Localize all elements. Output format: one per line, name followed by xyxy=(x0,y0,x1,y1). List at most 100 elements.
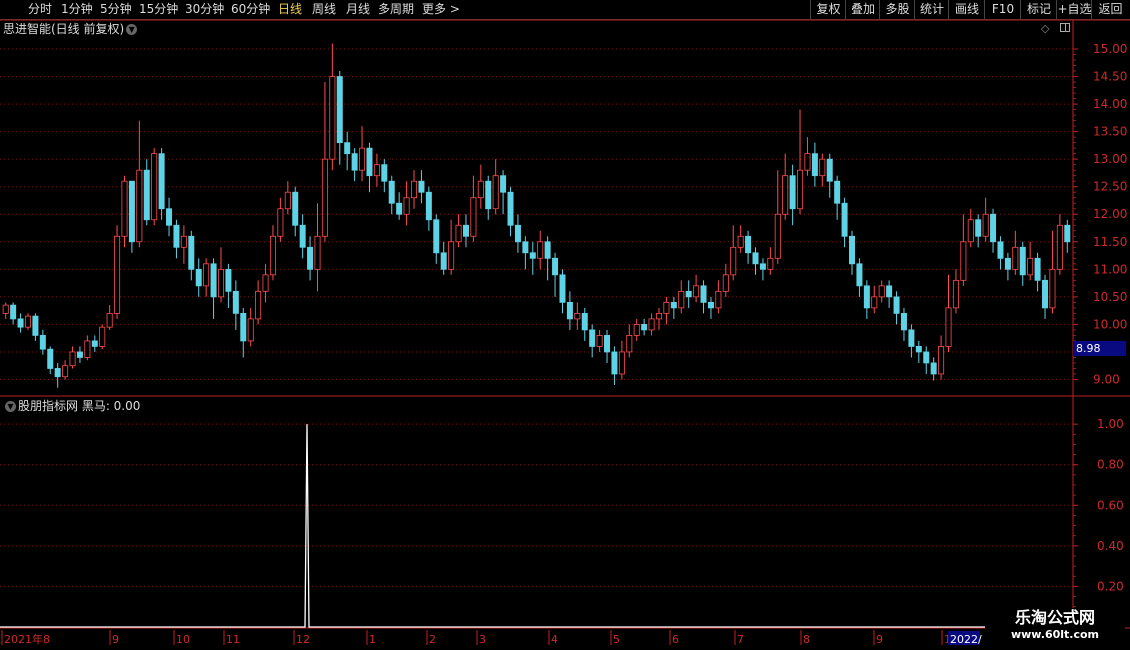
toolbar-button-7[interactable]: +自选 xyxy=(1056,0,1092,19)
candle xyxy=(878,280,885,303)
candle xyxy=(1034,252,1041,292)
candle xyxy=(544,236,551,281)
candle xyxy=(425,186,432,231)
candle xyxy=(195,258,202,297)
candle xyxy=(448,219,455,275)
date-label: 10 xyxy=(176,633,190,646)
candle xyxy=(730,225,737,281)
candle xyxy=(173,219,180,259)
toolbar-button-8[interactable]: 返回 xyxy=(1091,0,1129,19)
diamond-icon[interactable]: ◇ xyxy=(1041,22,1049,35)
candle xyxy=(359,126,366,182)
price-tick: 13.00 xyxy=(1093,152,1127,166)
period-tab-10[interactable]: 更多 > xyxy=(422,0,460,19)
period-tab-0[interactable]: 分时 xyxy=(28,0,52,19)
date-label: 12 xyxy=(296,633,310,646)
candle xyxy=(715,280,722,314)
candle xyxy=(997,236,1004,270)
candle xyxy=(114,225,121,319)
date-label: 9 xyxy=(876,633,883,646)
stock-chart[interactable]: 15.00 14.50 14.00 13.50 13.00 12.50 12.00 11.50… xyxy=(0,0,1130,650)
candle xyxy=(559,269,566,314)
period-tab-5[interactable]: 60分钟 xyxy=(231,0,270,19)
date-label: 2022/ xyxy=(950,633,982,646)
period-tab-8[interactable]: 月线 xyxy=(346,0,370,19)
toolbar: 分时 1分钟 5分钟 15分钟 30分钟 60分钟 日线 周线 月线 多周期 更多 > 复权 叠加 多股统… xyxy=(0,0,1130,20)
candle xyxy=(373,153,380,187)
candle xyxy=(314,203,321,292)
toolbar-button-0[interactable]: 复权 xyxy=(810,0,846,19)
candle xyxy=(188,230,195,281)
candlesticks xyxy=(2,43,1071,388)
toolbar-button-6[interactable]: 标记 xyxy=(1020,0,1057,19)
candle xyxy=(871,285,878,314)
candle xyxy=(552,252,559,297)
indicator-tick: 1.00 xyxy=(1097,417,1124,431)
toolbar-button-2[interactable]: 多股 xyxy=(879,0,915,19)
candle xyxy=(915,340,922,363)
candle xyxy=(396,192,403,220)
candle xyxy=(39,329,46,355)
period-tab-4[interactable]: 30分钟 xyxy=(185,0,224,19)
candle xyxy=(804,137,811,176)
candle xyxy=(203,258,210,297)
date-label: 2 xyxy=(429,633,436,646)
candle xyxy=(886,280,893,308)
main-chart-title-text: 思进智能(日线 前复权) xyxy=(3,22,125,36)
candle xyxy=(923,346,930,374)
candle xyxy=(863,280,870,319)
candle xyxy=(522,236,529,270)
period-tab-7[interactable]: 周线 xyxy=(312,0,336,19)
candle xyxy=(492,159,499,215)
candle xyxy=(789,164,796,226)
toolbar-button-1[interactable]: 叠加 xyxy=(845,0,880,19)
candle xyxy=(1049,230,1056,314)
candle xyxy=(433,214,440,264)
period-tab-1[interactable]: 1分钟 xyxy=(61,0,93,19)
panel-toggle-icon[interactable] xyxy=(1060,23,1070,32)
candle xyxy=(952,269,959,314)
candle xyxy=(663,296,670,325)
period-tab-6[interactable]: 日线 xyxy=(278,0,302,19)
indicator-grid xyxy=(0,423,1073,587)
indicator-line xyxy=(0,424,1073,628)
date-label: 5 xyxy=(613,633,620,646)
period-tab-3[interactable]: 15分钟 xyxy=(139,0,178,19)
toolbar-button-5[interactable]: F10 xyxy=(984,0,1021,19)
candle xyxy=(143,159,150,226)
candle xyxy=(62,360,69,380)
period-tab-9[interactable]: 多周期 xyxy=(378,0,414,19)
chevron-down-icon[interactable]: ▼ xyxy=(5,401,16,412)
chevron-down-icon[interactable]: ▼ xyxy=(126,24,138,35)
candle xyxy=(975,214,982,248)
watermark: 乐淘公式网 www.60lt.com xyxy=(985,608,1125,650)
price-tick: 11.00 xyxy=(1093,262,1127,276)
candle xyxy=(47,346,54,374)
candle xyxy=(262,263,269,303)
candle xyxy=(618,340,625,380)
price-tick: 9.00 xyxy=(1093,372,1120,386)
indicator-tick: 0.20 xyxy=(1097,579,1124,593)
date-label: 1 xyxy=(369,633,376,646)
candle xyxy=(908,324,915,358)
candle xyxy=(232,280,239,330)
price-tick: 10.00 xyxy=(1093,317,1127,331)
candle xyxy=(158,148,165,220)
candle xyxy=(462,214,469,248)
candle xyxy=(91,335,98,352)
price-tick: 11.50 xyxy=(1093,235,1127,249)
period-tab-2[interactable]: 5分钟 xyxy=(100,0,132,19)
candle xyxy=(1056,214,1063,275)
candle xyxy=(507,186,514,237)
candle xyxy=(1004,252,1011,281)
candle xyxy=(722,263,729,297)
candle xyxy=(166,197,173,237)
last-price-tag: 8.98 xyxy=(1073,341,1126,356)
candle xyxy=(811,142,818,187)
price-tick: 12.00 xyxy=(1093,207,1127,221)
toolbar-button-4[interactable]: 画线 xyxy=(948,0,985,19)
candle xyxy=(745,230,752,264)
candle xyxy=(581,307,588,341)
toolbar-button-3[interactable]: 统计 xyxy=(914,0,949,19)
date-axis: 2021年8 9 10 11 12 1 2 3 4 5 6 7 8 9 1 2022/ xyxy=(1,630,982,646)
